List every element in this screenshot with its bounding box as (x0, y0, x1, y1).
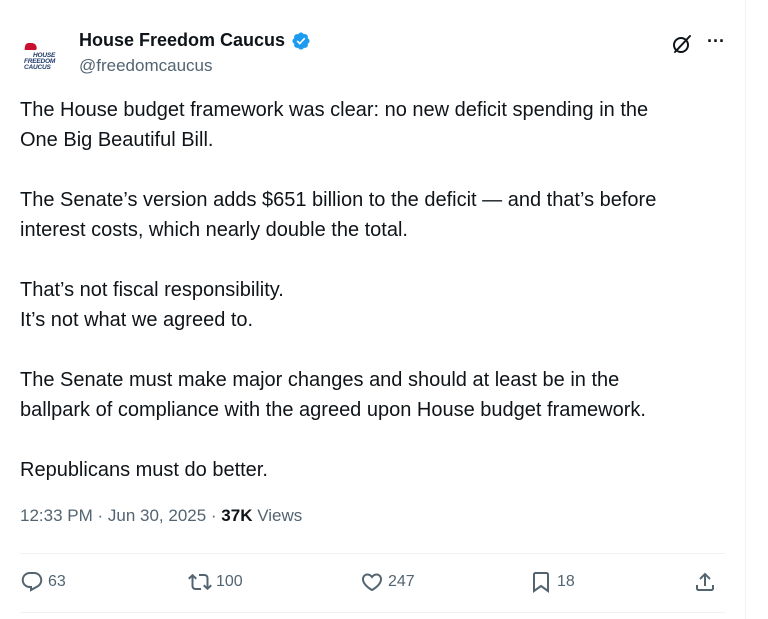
column-border (745, 0, 746, 619)
tweet-page: HOUSE FREEDOM CAUCUS House Freedom Caucu… (0, 0, 768, 619)
tweet-meta: 12:33 PM · Jun 30, 2025 · 37K Views (20, 506, 302, 526)
tweet-line: The House budget framework was clear: no… (20, 99, 649, 121)
reply-count: 63 (48, 573, 66, 590)
tweet-paragraph: Republicans must do better. (20, 455, 730, 485)
display-name[interactable]: House Freedom Caucus (79, 30, 285, 51)
tweet-line: It’s not what we agreed to. (20, 309, 254, 331)
bookmark-button[interactable]: 18 (529, 566, 575, 598)
retweet-icon (188, 573, 212, 591)
tweet-paragraph: The Senate’s version adds $651 billion t… (20, 185, 730, 245)
views-label: Views (257, 506, 303, 525)
tweet-line: interest costs, which nearly double the … (20, 219, 408, 241)
handle[interactable]: @freedomcaucus (79, 56, 213, 76)
more-icon[interactable]: ··· (704, 32, 728, 56)
tweet-line: The Senate’s version adds $651 billion t… (20, 189, 657, 211)
timestamp-link[interactable]: 12:33 PM · Jun 30, 2025 (20, 506, 206, 525)
action-bar: 63 100 247 18 (20, 566, 725, 598)
tweet-header: HOUSE FREEDOM CAUCUS House Freedom Caucu… (20, 28, 725, 80)
tweet-line: ballpark of compliance with the agreed u… (20, 399, 646, 421)
divider (20, 553, 725, 554)
tweet-line: Republicans must do better. (20, 459, 268, 481)
logo-flag-icon (24, 43, 38, 50)
retweet-button[interactable]: 100 (188, 566, 243, 598)
tweet-line: One Big Beautiful Bill. (20, 129, 214, 151)
bookmark-count: 18 (557, 573, 575, 590)
meta-separator: · (206, 506, 222, 525)
views-count[interactable]: 37K (221, 506, 252, 525)
tweet-line: The Senate must make major changes and s… (20, 369, 620, 391)
name-row: House Freedom Caucus (79, 30, 311, 51)
tweet-paragraph: The House budget framework was clear: no… (20, 95, 730, 155)
tweet-paragraph: The Senate must make major changes and s… (20, 365, 730, 425)
tweet-text: The House budget framework was clear: no… (20, 95, 730, 515)
share-button[interactable] (693, 566, 717, 598)
avatar-logo-line: CAUCUS (24, 64, 51, 71)
retweet-count: 100 (216, 573, 243, 590)
avatar[interactable]: HOUSE FREEDOM CAUCUS (20, 34, 64, 78)
reply-icon (21, 572, 43, 592)
tweet-line: That’s not fiscal responsibility. (20, 279, 284, 301)
share-icon (696, 572, 714, 591)
heart-icon (361, 573, 383, 592)
divider (20, 612, 725, 613)
tweet-paragraph: That’s not fiscal responsibility. It’s n… (20, 275, 730, 335)
like-count: 247 (388, 573, 415, 590)
verified-badge-icon[interactable] (291, 31, 311, 51)
grok-icon[interactable] (670, 32, 694, 56)
like-button[interactable]: 247 (360, 566, 415, 598)
bookmark-icon (533, 572, 549, 593)
reply-button[interactable]: 63 (20, 566, 66, 598)
